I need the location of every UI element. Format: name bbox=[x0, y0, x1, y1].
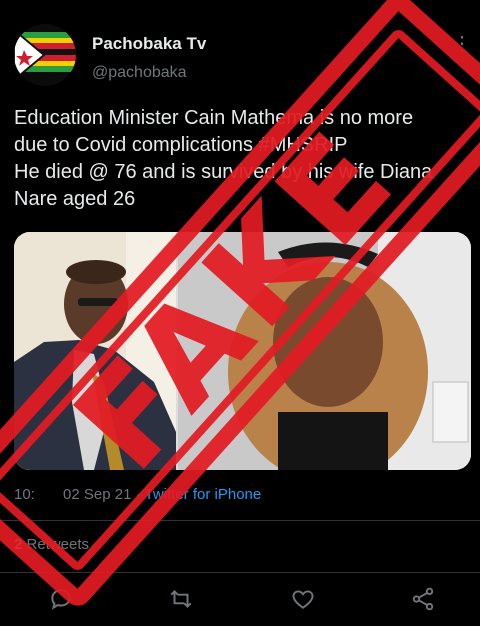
like-icon[interactable] bbox=[290, 586, 316, 612]
man-photo-illustration bbox=[14, 232, 176, 470]
tweet: Pachobaka Tv @pachobaka ⋮ Education Mini… bbox=[0, 0, 480, 626]
tweet-line: He died @ 76 and is survived by his wife… bbox=[14, 161, 433, 183]
display-name[interactable]: Pachobaka Tv bbox=[92, 34, 206, 54]
meta-separator: · bbox=[131, 486, 145, 503]
tweet-line: due to Covid complications #MHSRIP bbox=[14, 134, 348, 156]
action-bar bbox=[0, 586, 480, 616]
handle[interactable]: @pachobaka bbox=[92, 64, 187, 82]
retweet-icon[interactable] bbox=[168, 586, 194, 612]
reply-icon[interactable] bbox=[48, 586, 74, 612]
photo-man[interactable] bbox=[14, 232, 176, 470]
zimbabwe-flag-icon bbox=[14, 24, 76, 86]
tweet-date: 02 Sep 21 bbox=[63, 486, 132, 503]
divider bbox=[0, 520, 480, 521]
share-icon[interactable] bbox=[410, 586, 436, 612]
avatar[interactable] bbox=[14, 24, 76, 86]
photo-woman[interactable] bbox=[178, 232, 471, 470]
more-icon[interactable]: ⋮ bbox=[452, 34, 472, 54]
tweet-text: Education Minister Cain Mathema is no mo… bbox=[14, 105, 469, 213]
divider bbox=[0, 572, 480, 573]
tweet-meta: 10: 02 Sep 21 · Twitter for iPhone bbox=[14, 486, 261, 503]
retweets-stat[interactable]: 2 Retweets bbox=[14, 536, 89, 553]
tweet-media[interactable] bbox=[14, 232, 471, 470]
tweet-source[interactable]: Twitter for iPhone bbox=[145, 486, 262, 503]
tweet-time: 10: bbox=[14, 486, 35, 503]
retweets-label: Retweets bbox=[22, 536, 90, 553]
tweet-line: Education Minister Cain Mathema is no mo… bbox=[14, 107, 414, 129]
tweet-line: Nare aged 26 bbox=[14, 188, 136, 210]
woman-photo-illustration bbox=[178, 232, 471, 470]
